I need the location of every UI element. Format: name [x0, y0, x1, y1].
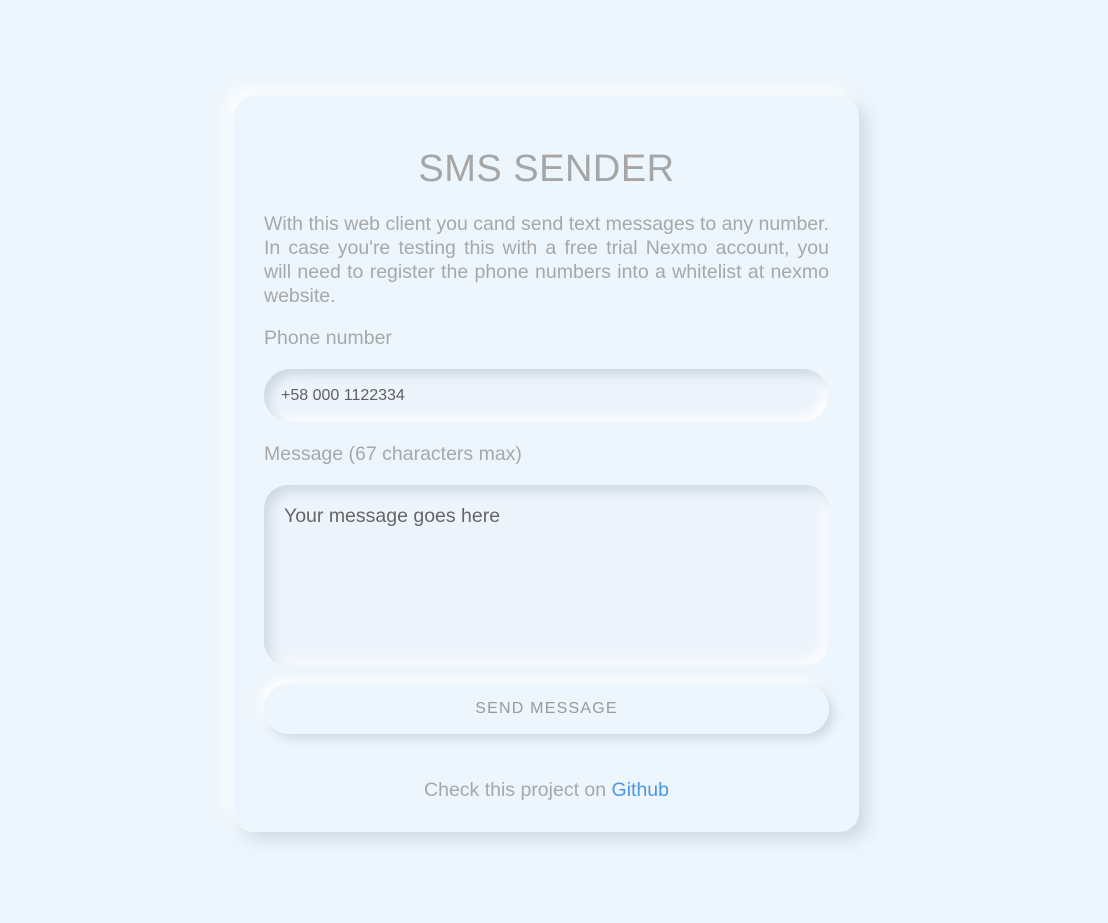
- send-message-button[interactable]: SEND MESSAGE: [264, 684, 829, 734]
- github-link[interactable]: Github: [612, 779, 669, 801]
- message-label: Message (67 characters max): [264, 443, 522, 465]
- page-title: SMS SENDER: [418, 148, 675, 190]
- message-textarea[interactable]: [264, 485, 829, 666]
- footer: Check this project on Github: [234, 779, 859, 802]
- sms-sender-card: SMS SENDER With this web client you cand…: [234, 96, 859, 832]
- intro-description: With this web client you cand send text …: [264, 213, 829, 307]
- phone-number-input[interactable]: [264, 369, 829, 422]
- phone-number-label: Phone number: [264, 327, 392, 349]
- footer-text: Check this project on: [424, 779, 612, 801]
